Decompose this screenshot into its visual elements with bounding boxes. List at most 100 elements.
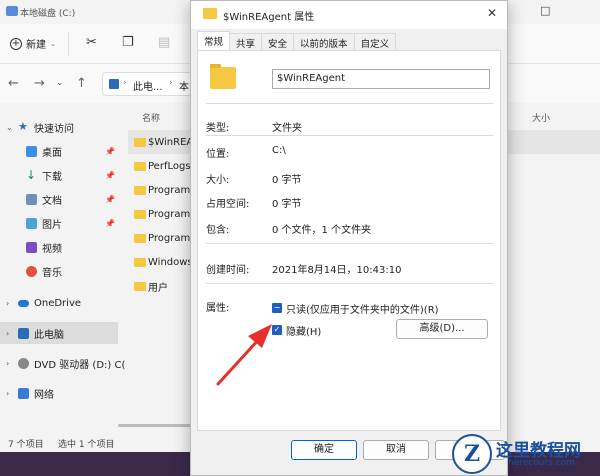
- tab-strip: 常规 共享 安全 以前的版本 自定义: [197, 31, 397, 51]
- picture-icon: [26, 217, 37, 229]
- music-icon: [26, 265, 37, 277]
- network-icon: [18, 387, 29, 399]
- divider: [206, 135, 494, 136]
- dialog-title: $WinREAgent 属性: [223, 12, 315, 23]
- copy-icon[interactable]: ❐: [122, 35, 134, 50]
- sidebar-item-pictures[interactable]: 图片 📌: [0, 212, 118, 234]
- sidebar-item-label: 此电脑: [34, 329, 64, 341]
- address-bar[interactable]: › 此电... › 本: [102, 72, 198, 96]
- chevron-right-icon: ›: [6, 358, 10, 368]
- sidebar-item-videos[interactable]: 视频: [0, 236, 118, 258]
- folder-name-input[interactable]: $WinREAgent: [272, 69, 490, 89]
- column-header-name[interactable]: 名称: [142, 111, 160, 124]
- location-label: 位置:: [206, 149, 230, 160]
- advanced-button[interactable]: 高级(D)...: [396, 319, 488, 339]
- drive-icon: [6, 6, 18, 16]
- desktop-icon: [26, 145, 37, 157]
- sidebar-item-label: 文档: [42, 195, 62, 207]
- properties-dialog: $WinREAgent 属性 ✕ 常规 共享 安全 以前的版本 自定义 $Win…: [190, 0, 508, 476]
- file-name: Windows: [148, 256, 193, 268]
- sidebar-item-label: 桌面: [42, 147, 62, 159]
- folder-icon: [210, 64, 236, 89]
- size-on-disk-value: 0 字节: [272, 199, 302, 210]
- sidebar-item-label: 图片: [42, 219, 62, 231]
- sidebar-item-label: 网络: [34, 389, 54, 401]
- new-label: 新建: [26, 40, 46, 51]
- ok-button[interactable]: 确定: [291, 440, 357, 460]
- file-name: 用户: [148, 282, 168, 294]
- readonly-label: 只读(仅应用于文件夹中的文件)(R): [286, 305, 439, 316]
- folder-icon: [134, 281, 146, 291]
- type-label: 类型:: [206, 123, 230, 134]
- watermark-logo: Z: [452, 434, 492, 474]
- tab-general[interactable]: 常规: [197, 31, 231, 50]
- created-label: 创建时间:: [206, 265, 250, 276]
- tab-sharing[interactable]: 共享: [229, 33, 263, 50]
- cut-icon[interactable]: ✂: [86, 35, 97, 50]
- readonly-checkbox[interactable]: −: [272, 303, 282, 313]
- cancel-button[interactable]: 取消: [363, 440, 429, 460]
- type-value: 文件夹: [272, 123, 302, 134]
- maximize-icon[interactable]: □: [540, 4, 550, 17]
- chevron-right-icon: ›: [6, 388, 10, 398]
- file-row-winreagent[interactable]: $WinREA: [128, 130, 194, 154]
- divider: [206, 243, 494, 244]
- selection-count: 选中 1 个项目: [58, 440, 115, 450]
- hidden-checkbox[interactable]: ✓: [272, 325, 282, 335]
- sidebar-item-documents[interactable]: 文档 📌: [0, 188, 118, 210]
- back-icon[interactable]: ←: [8, 76, 19, 91]
- file-name: $WinREA: [148, 136, 194, 148]
- star-icon: ★: [18, 119, 28, 133]
- sidebar-item-dvd[interactable]: › DVD 驱动器 (D:) C(: [0, 352, 125, 374]
- selected-row-tail: [506, 130, 600, 154]
- sidebar-item-this-pc[interactable]: › 此电脑: [0, 322, 118, 344]
- chevron-right-icon: ›: [6, 328, 10, 338]
- column-header-size[interactable]: 大小: [532, 111, 550, 124]
- sidebar-item-onedrive[interactable]: › OneDrive: [0, 292, 118, 314]
- file-name: PerfLogs: [148, 160, 191, 172]
- hidden-label: 隐藏(H): [286, 327, 322, 338]
- chevron-right-icon: ›: [6, 298, 10, 308]
- chevron-down-icon[interactable]: ⌄: [56, 78, 64, 88]
- tab-security[interactable]: 安全: [261, 33, 295, 50]
- toolbar-divider: [68, 32, 69, 56]
- new-button[interactable]: + 新建 ⌄: [10, 36, 56, 51]
- folder-icon: [134, 233, 146, 243]
- up-icon[interactable]: ↑: [76, 76, 87, 91]
- pin-icon: 📌: [105, 218, 115, 228]
- document-icon: [26, 193, 37, 205]
- breadcrumb-drive[interactable]: 本: [179, 78, 189, 93]
- sidebar-item-downloads[interactable]: ↓ 下载 📌: [0, 164, 118, 186]
- sidebar-item-music[interactable]: 音乐: [0, 260, 118, 282]
- dvd-icon: [18, 357, 29, 369]
- sidebar-item-quick-access[interactable]: ⌄ ★ 快速访问: [0, 116, 118, 138]
- divider: [206, 103, 494, 104]
- pin-icon: 📌: [105, 146, 115, 156]
- close-icon[interactable]: ✕: [487, 6, 497, 20]
- sidebar-item-label: 下载: [42, 171, 62, 183]
- folder-icon: [134, 185, 146, 195]
- folder-icon: [134, 137, 146, 147]
- breadcrumb-this-pc[interactable]: 此电...: [133, 78, 163, 93]
- contains-label: 包含:: [206, 225, 230, 236]
- file-name: Program: [148, 232, 191, 244]
- item-count: 7 个项目: [8, 440, 44, 450]
- paste-icon[interactable]: ▤: [158, 35, 170, 50]
- sidebar-item-label: 视频: [42, 243, 62, 255]
- sidebar-item-desktop[interactable]: 桌面 📌: [0, 140, 118, 162]
- navigation-pane: ⌄ ★ 快速访问 桌面 📌 ↓ 下载 📌 文档 📌 图片 📌 视频 音乐 › O…: [0, 110, 125, 432]
- chevron-right-icon: ›: [123, 78, 127, 88]
- folder-icon: [203, 8, 217, 19]
- plus-icon: +: [10, 37, 22, 50]
- tab-previous-versions[interactable]: 以前的版本: [293, 33, 355, 50]
- size-label: 大小:: [206, 175, 230, 186]
- forward-icon[interactable]: →: [34, 76, 45, 91]
- video-icon: [26, 241, 37, 253]
- sidebar-item-label: 音乐: [42, 267, 62, 279]
- tab-customize[interactable]: 自定义: [353, 33, 397, 50]
- sidebar-item-network[interactable]: › 网络: [0, 382, 118, 404]
- attributes-label: 属性:: [206, 303, 230, 314]
- download-icon: ↓: [26, 167, 37, 182]
- file-name: Program: [148, 184, 191, 196]
- cloud-icon: [18, 299, 29, 307]
